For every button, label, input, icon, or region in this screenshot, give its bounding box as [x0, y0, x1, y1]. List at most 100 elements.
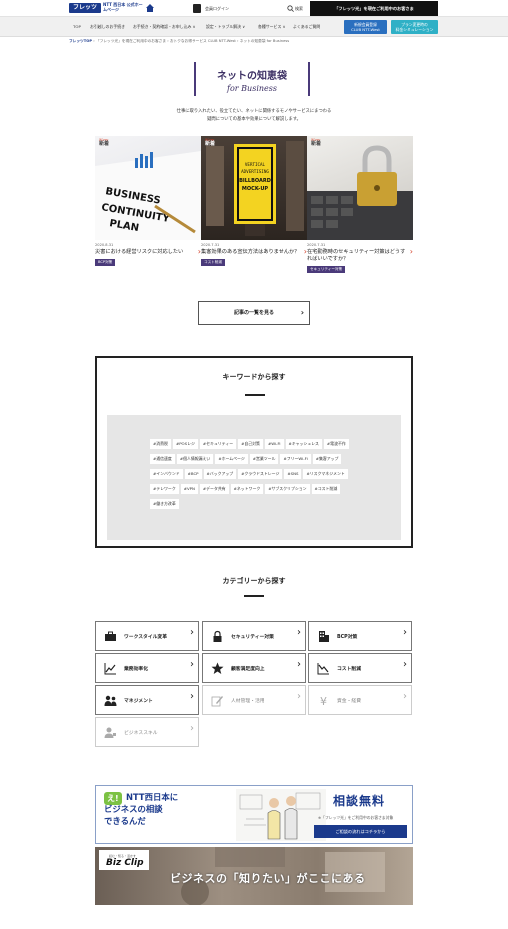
breadcrumb-home[interactable]: フレッツTOP: [69, 39, 92, 43]
chevron-right-icon: ›: [297, 691, 301, 702]
category-item-efficiency[interactable]: 業務効率化 ›: [95, 653, 199, 683]
nav-item-faq[interactable]: よくあるご質問: [293, 17, 320, 37]
bizclip-catchphrase: ビジネスの「知りたい」がここにある: [170, 872, 366, 885]
keyword-tag[interactable]: #自己対策: [238, 439, 263, 449]
keyword-search-box: キーワードから探す #消費税 #POSレジ #セキュリティー #自己対策 #Wi-Fi #…: [95, 356, 413, 548]
keyword-tag[interactable]: #消費税: [150, 439, 171, 449]
keyword-tag[interactable]: #テレワーク: [150, 484, 179, 494]
category-item-security[interactable]: セキュリティー対策 ›: [202, 621, 306, 651]
keyword-title: キーワードから探す: [222, 373, 286, 381]
article-title[interactable]: 在宅勤務時のセキュリティー対策はどうすればいいですか？: [307, 248, 413, 263]
people-icon: [104, 695, 117, 706]
svg-text:ADVERTISING: ADVERTISING: [241, 169, 269, 174]
keyword-tag[interactable]: #セキュリティー: [199, 439, 237, 449]
article-thumbnail[interactable]: BUSINESS CONTINUITY PLAN New 新着: [95, 136, 201, 240]
article-card[interactable]: BUSINESS CONTINUITY PLAN New 新着 2020.8.31…: [95, 136, 201, 266]
breadcrumb: フレッツTOP › 「フレッツ光」を現在ご利用中のお客さま › おトクなお得サー…: [69, 39, 290, 43]
article-card[interactable]: New 新着 2020.7.31 在宅勤務時のセキュリティー対策はどうすればいいで…: [307, 136, 413, 273]
nav-item-services[interactable]: 各種サービス ∨: [258, 17, 285, 37]
chevron-right-icon: ›: [403, 691, 407, 702]
keyword-tag[interactable]: #バックアップ: [203, 469, 237, 479]
category-item-cost[interactable]: コスト削減 ›: [308, 653, 412, 683]
nav-item-troubleshoot[interactable]: 設定・トラブル解決 ∨: [206, 17, 245, 37]
breadcrumb-item[interactable]: 「フレッツ光」を現在ご利用中のお客さま: [96, 39, 166, 43]
svg-text:BILLBOARD: BILLBOARD: [239, 178, 271, 184]
keyword-tag[interactable]: #インバウンド: [150, 469, 183, 479]
chevron-right-icon: ›: [297, 659, 301, 670]
category-item-management[interactable]: マネジメント ›: [95, 685, 199, 715]
article-list-button[interactable]: 記事の一覧を見る: [198, 301, 310, 325]
keyword-tag[interactable]: #営業ツール: [249, 454, 279, 464]
article-tag[interactable]: BCP対策: [95, 259, 116, 266]
consult-note: ※「フレッツ光」をご利用中のお客さま対象: [318, 815, 394, 820]
category-item-satisfaction[interactable]: 顧客満足度向上 ›: [202, 653, 306, 683]
nav-item-procedures[interactable]: お手続き・契約確認・お申し込み ∨: [133, 17, 195, 37]
keyword-tag[interactable]: #Wi-Fi: [264, 439, 284, 449]
article-card[interactable]: VERTICAL ADVERTISING BILLBOARD MOCK-UP N…: [201, 136, 307, 266]
keyword-tag[interactable]: #働き方改革: [150, 499, 179, 509]
article-tag[interactable]: セキュリティー対策: [307, 266, 346, 273]
keyword-tag[interactable]: #コスト削減: [311, 484, 341, 494]
breadcrumb-item[interactable]: おトクなお得サービス CLUB NTT-West: [170, 39, 236, 43]
flets-logo[interactable]: フレッツ: [69, 3, 101, 13]
keyword-tag[interactable]: #フリーWi-Fi: [280, 454, 311, 464]
plan-simulation-button[interactable]: プラン変更時の 料金シミュレーション: [391, 20, 438, 34]
flets-users-banner[interactable]: 「フレッツ光」を現在ご利用中のお客さま: [310, 1, 438, 16]
new-badge: New 新着: [311, 137, 322, 147]
keyword-tag[interactable]: #電波不作: [323, 439, 349, 449]
keyword-tag[interactable]: #ホームページ: [215, 454, 248, 464]
keyword-tag[interactable]: #キャッシュレス: [285, 439, 322, 449]
keyword-tag[interactable]: #ネットワーク: [230, 484, 264, 494]
login-icon[interactable]: [193, 4, 201, 13]
new-badge: New 新着: [99, 137, 110, 147]
search-link[interactable]: 検索: [295, 6, 303, 12]
login-link[interactable]: 会員ログイン: [205, 6, 229, 12]
category-item-skills[interactable]: ビジネススキル ›: [95, 717, 199, 747]
lock-icon: [213, 630, 222, 642]
category-label: コスト削減: [337, 667, 361, 672]
page-title-main: ネットの知恵袋: [217, 71, 287, 82]
page-title-sub: for Business: [227, 84, 277, 93]
search-icon[interactable]: [287, 5, 294, 12]
category-label: ワークスタイル変革: [124, 635, 168, 640]
business-people-illustration: [236, 789, 326, 841]
chevron-right-icon: ›: [297, 627, 301, 638]
free-consult-text: 相談無料: [333, 794, 386, 808]
keyword-tag[interactable]: #通信速度: [150, 454, 175, 464]
home-icon[interactable]: [145, 3, 155, 13]
consult-flow-button[interactable]: ご相談の流れはコチラから: [314, 825, 407, 838]
padlock-keyboard-image: [307, 145, 413, 240]
category-label: 顧客満足度向上: [231, 667, 265, 672]
category-item-workstyle[interactable]: ワークスタイル変革 ›: [95, 621, 199, 651]
ntt-west-logo-text[interactable]: NTT 西日本 公式ホームページ: [103, 2, 143, 12]
keyword-tag[interactable]: #SNS: [284, 469, 302, 479]
keyword-tag[interactable]: #リスクマネジメント: [303, 469, 348, 479]
svg-text:MOCK-UP: MOCK-UP: [242, 186, 268, 192]
category-label: 業務効率化: [124, 667, 148, 672]
breadcrumb-current: ネットの知恵袋 for Business: [239, 39, 290, 43]
article-date: 2020.8.31: [95, 243, 114, 247]
article-tag[interactable]: コスト削減: [201, 259, 225, 266]
category-item-finance[interactable]: ¥ 資金・経費 ›: [308, 685, 412, 715]
keyword-tag[interactable]: #クラウドストレージ: [238, 469, 283, 479]
keyword-tag[interactable]: #POSレジ: [172, 439, 198, 449]
global-nav: TOP お引越しのお手続き お手続き・契約確認・お申し込み ∨ 設定・トラブル解…: [0, 17, 508, 37]
nav-item-top[interactable]: TOP: [73, 17, 81, 37]
keyword-tag[interactable]: #集客アップ: [312, 454, 342, 464]
keyword-tag[interactable]: #BCP: [184, 469, 202, 479]
keyword-tag[interactable]: #データ共有: [199, 484, 229, 494]
category-item-bcp[interactable]: BCP対策 ›: [308, 621, 412, 651]
club-ntt-west-button[interactable]: 新規会員登録 CLUB NTT-West: [344, 20, 387, 34]
article-title[interactable]: 災害における経営リスクに対応したい: [95, 248, 201, 256]
nav-item-moving[interactable]: お引越しのお手続き: [90, 17, 125, 37]
article-title[interactable]: 集客効果のある宣伝方法はありませんか？: [201, 248, 307, 256]
bizclip-banner[interactable]: 読む・知る・活かす Biz Clip ビジネスの「知りたい」がここにある: [95, 847, 413, 905]
new-badge: New 新着: [205, 137, 216, 147]
keyword-tag[interactable]: #VPN: [180, 484, 198, 494]
article-thumbnail[interactable]: New 新着: [307, 136, 413, 240]
keyword-tag[interactable]: #個人情報漏えい: [176, 454, 214, 464]
category-item-hr[interactable]: 人材管理・活用 ›: [202, 685, 306, 715]
consult-banner[interactable]: え! NTT西日本に ビジネスの相談 できるんだ 相談無料 ※「フレッツ光」をご…: [95, 785, 413, 844]
article-thumbnail[interactable]: VERTICAL ADVERTISING BILLBOARD MOCK-UP N…: [201, 136, 307, 240]
keyword-tag[interactable]: #サブスクリプション: [265, 484, 310, 494]
